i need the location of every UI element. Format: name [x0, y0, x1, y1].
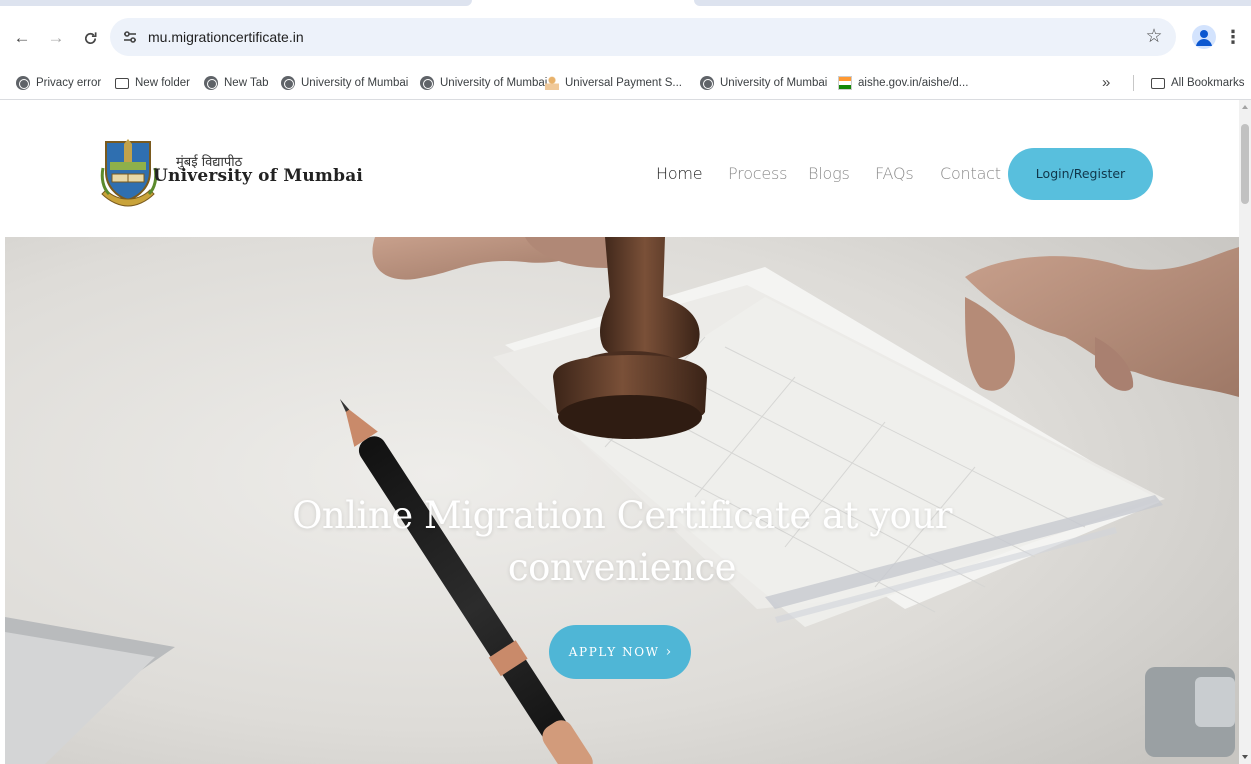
- hero-title: Online Migration Certificate at your con…: [292, 494, 952, 589]
- nav-contact[interactable]: Contact: [940, 148, 1001, 200]
- bookmark-universal-payment[interactable]: Universal Payment S...: [545, 66, 682, 100]
- bookmark-university-of-mumbai-1[interactable]: University of Mumbai: [281, 66, 408, 100]
- profile-button[interactable]: [1192, 25, 1216, 49]
- inactive-tab-left[interactable]: [0, 0, 472, 6]
- nav-faqs[interactable]: FAQs: [875, 148, 914, 200]
- site-header: मुंबई विद्यापीठ University of Mumbai Hom…: [0, 100, 1239, 237]
- scrollbar-thumb[interactable]: [1241, 124, 1249, 204]
- apply-now-button[interactable]: APPLY NOW ›: [549, 625, 691, 679]
- bookmark-star-button[interactable]: ☆: [1143, 26, 1165, 48]
- globe-icon: [281, 76, 295, 90]
- university-logo[interactable]: मुंबई विद्यापीठ University of Mumbai: [100, 138, 363, 212]
- bookmark-label: Privacy error: [36, 77, 102, 89]
- tune-icon[interactable]: [122, 29, 138, 45]
- logo-english-text: University of Mumbai: [153, 166, 364, 186]
- india-flag-icon: [838, 76, 852, 90]
- url-text[interactable]: mu.migrationcertificate.in: [148, 18, 304, 56]
- globe-icon: [204, 76, 218, 90]
- login-register-button[interactable]: Login/Register: [1008, 148, 1153, 200]
- bookmark-new-folder[interactable]: New folder: [115, 66, 190, 100]
- all-bookmarks-label: All Bookmarks: [1171, 77, 1245, 89]
- apply-now-label: APPLY NOW: [568, 645, 660, 659]
- profile-icon: [1196, 30, 1212, 46]
- bookmark-label: Universal Payment S...: [565, 77, 682, 89]
- bookmark-label: New folder: [135, 77, 190, 89]
- browser-menu-button[interactable]: ⋮: [1224, 25, 1242, 49]
- all-bookmarks-button[interactable]: All Bookmarks: [1151, 66, 1245, 100]
- scroll-up-arrow-icon[interactable]: [1242, 105, 1248, 109]
- star-icon: ☆: [1145, 26, 1163, 47]
- globe-icon: [16, 76, 30, 90]
- nav-process[interactable]: Process: [728, 148, 787, 200]
- person-icon: [545, 76, 559, 90]
- inactive-tab-right[interactable]: [694, 0, 1251, 6]
- hero-banner: Online Migration Certificate at your con…: [5, 237, 1239, 764]
- page-viewport: मुंबई विद्यापीठ University of Mumbai Hom…: [0, 100, 1239, 764]
- bookmark-label: aishe.gov.in/aishe/d...: [858, 77, 969, 89]
- scroll-down-arrow-icon[interactable]: [1242, 755, 1248, 759]
- reload-icon: [84, 31, 96, 44]
- bookmark-label: New Tab: [224, 77, 269, 89]
- page-scrollbar[interactable]: [1239, 100, 1251, 764]
- nav-blogs[interactable]: Blogs: [808, 148, 850, 200]
- back-button[interactable]: ←: [10, 26, 34, 50]
- tab-strip: [0, 0, 1251, 8]
- globe-icon: [700, 76, 714, 90]
- bookmark-university-of-mumbai-2[interactable]: University of Mumbai: [420, 66, 547, 100]
- bookmark-university-of-mumbai-3[interactable]: University of Mumbai: [700, 66, 827, 100]
- bookmark-new-tab[interactable]: New Tab: [204, 66, 269, 100]
- globe-icon: [420, 76, 434, 90]
- bookmarks-overflow-button[interactable]: »: [1102, 66, 1110, 100]
- bookmark-label: University of Mumbai: [301, 77, 409, 89]
- arrow-right-icon: →: [47, 28, 65, 47]
- browser-toolbar: ← → mu.migrationcertificate.in ☆ ⋮: [0, 8, 1251, 66]
- university-emblem-icon: [100, 139, 158, 207]
- nav-home[interactable]: Home: [656, 148, 703, 200]
- bookmarks-divider: [1133, 75, 1134, 91]
- bookmarks-bar: Privacy error New folder New Tab Univers…: [0, 66, 1251, 100]
- bookmark-label: University of Mumbai: [440, 77, 548, 89]
- folder-icon: [115, 78, 129, 89]
- kebab-menu-icon: ⋮: [1224, 27, 1242, 47]
- bookmark-aishe[interactable]: aishe.gov.in/aishe/d...: [838, 66, 968, 100]
- arrow-left-icon: ←: [13, 28, 31, 47]
- reload-button[interactable]: [78, 26, 102, 50]
- bookmark-label: University of Mumbai: [720, 77, 828, 89]
- bookmark-privacy-error[interactable]: Privacy error: [16, 66, 101, 100]
- address-bar[interactable]: mu.migrationcertificate.in: [110, 18, 1176, 56]
- folder-icon: [1151, 78, 1165, 89]
- forward-button[interactable]: →: [44, 26, 68, 50]
- chevron-right-icon: ›: [665, 644, 672, 660]
